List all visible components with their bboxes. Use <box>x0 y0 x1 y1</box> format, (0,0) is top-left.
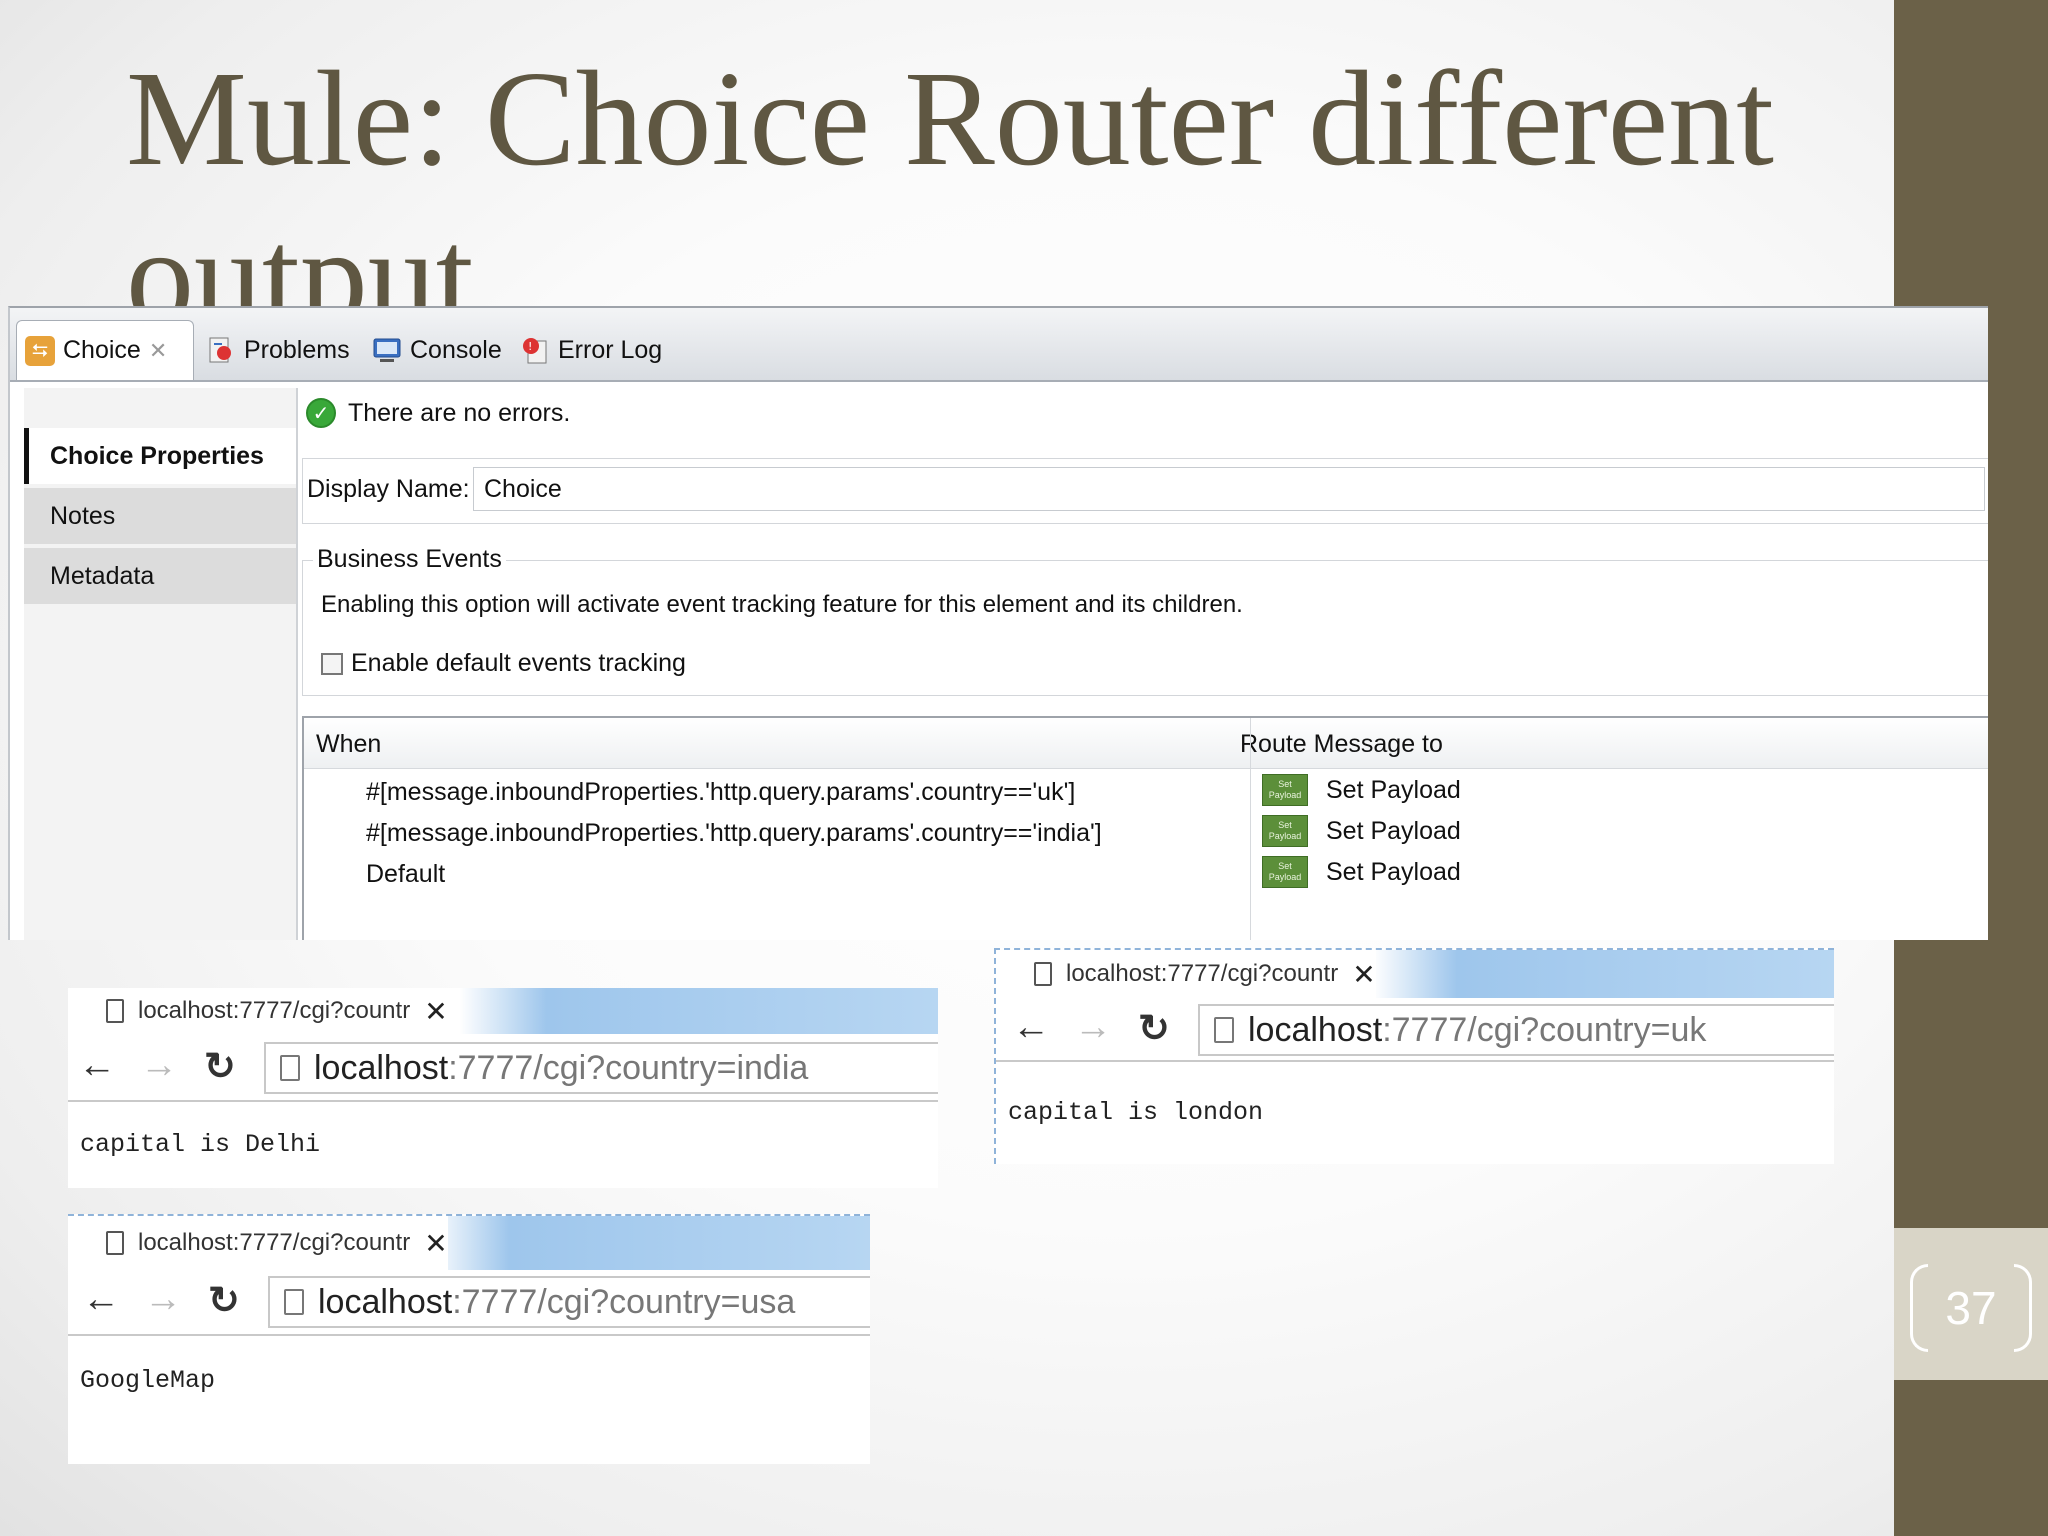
page-body-text: capital is london <box>1008 1098 1264 1127</box>
business-events-legend: Business Events <box>313 545 506 574</box>
address-bar[interactable]: localhost:7777/cgi?country=india <box>264 1042 938 1094</box>
routes-table-header: When Route Message to <box>304 718 1988 769</box>
error-log-icon: ! <box>520 335 550 365</box>
slide-title: Mule: Choice Router different output <box>126 44 1774 308</box>
browser-toolbar: ← → ↻ localhost:7777/cgi?country=usa <box>68 1270 870 1336</box>
page-icon <box>284 1289 304 1315</box>
browser-window-uk: localhost:7777/cgi?countr ✕ ← → ↻ localh… <box>994 948 1834 1164</box>
url-path: :7777/cgi?country=usa <box>452 1282 796 1321</box>
browser-tab[interactable]: localhost:7777/cgi?countr ✕ <box>88 988 448 1034</box>
back-arrow-icon[interactable]: ← <box>1012 1006 1050 1049</box>
back-arrow-icon[interactable]: ← <box>78 1044 116 1087</box>
tab-error-log[interactable]: ! Error Log <box>520 320 662 380</box>
browser-window-india: localhost:7777/cgi?countr ✕ ← → ↻ localh… <box>68 988 938 1188</box>
display-name-label: Display Name: <box>307 475 470 503</box>
page-body-text: GoogleMap <box>80 1366 216 1395</box>
tab-label: Error Log <box>558 335 663 364</box>
set-payload-icon: Set Payload <box>1262 774 1308 806</box>
enable-events-tracking[interactable]: Enable default events tracking <box>321 649 686 678</box>
forward-arrow-icon[interactable]: → <box>140 1044 178 1087</box>
tab-problems[interactable]: Problems <box>206 320 350 380</box>
business-events-description: Enabling this option will activate event… <box>321 591 1243 618</box>
address-bar[interactable]: localhost:7777/cgi?country=uk <box>1198 1004 1834 1056</box>
url-path: :7777/cgi?country=uk <box>1382 1010 1707 1049</box>
page-icon <box>280 1055 300 1081</box>
route-target[interactable]: Set Payload Set Payload <box>1262 815 1461 847</box>
route-target[interactable]: Set Payload Set Payload <box>1262 774 1461 806</box>
browser-tab[interactable]: localhost:7777/cgi?countr ✕ <box>88 1216 448 1270</box>
reload-icon[interactable]: ↻ <box>208 1278 240 1323</box>
problems-icon <box>206 335 236 365</box>
browser-tab-strip: localhost:7777/cgi?countr ✕ <box>68 988 938 1034</box>
column-divider <box>1250 718 1251 940</box>
slide-number-bracket-right <box>2014 1264 2032 1352</box>
back-arrow-icon[interactable]: ← <box>82 1278 120 1321</box>
route-target-label: Set Payload <box>1326 775 1461 804</box>
tab-console[interactable]: Console <box>372 320 502 380</box>
url-path: :7777/cgi?country=india <box>448 1048 809 1087</box>
browser-toolbar: ← → ↻ localhost:7777/cgi?country=uk <box>996 998 1834 1062</box>
tab-choice[interactable]: ⮀ Choice ✕ <box>16 320 194 380</box>
route-condition[interactable]: #[message.inboundProperties.'http.query.… <box>366 778 1075 807</box>
page-icon <box>106 1231 124 1255</box>
route-target-label: Set Payload <box>1326 857 1461 886</box>
column-header-route[interactable]: Route Message to <box>1240 730 1443 759</box>
page-icon <box>1214 1017 1234 1043</box>
status-text: There are no errors. <box>348 398 571 427</box>
validation-status: ✓ There are no errors. <box>306 398 570 428</box>
properties-nav: Choice Properties Notes Metadata <box>24 388 298 940</box>
browser-tab-title: localhost:7777/cgi?countr <box>1066 960 1339 987</box>
browser-tab-strip: localhost:7777/cgi?countr ✕ <box>996 950 1834 998</box>
mule-properties-panel: ⮀ Choice ✕ Problems Console ! Error Log … <box>8 306 1988 940</box>
address-bar[interactable]: localhost:7777/cgi?country=usa <box>268 1276 870 1328</box>
reload-icon[interactable]: ↻ <box>1138 1006 1170 1051</box>
set-payload-icon: Set Payload <box>1262 856 1308 888</box>
browser-tab[interactable]: localhost:7777/cgi?countr ✕ <box>1016 950 1376 998</box>
close-icon[interactable]: ✕ <box>149 338 167 364</box>
url-host: localhost <box>318 1282 453 1321</box>
tab-label: Choice <box>63 336 141 364</box>
tab-label: Problems <box>244 335 350 364</box>
reload-icon[interactable]: ↻ <box>204 1044 236 1089</box>
route-condition[interactable]: Default <box>366 860 445 889</box>
nav-item-metadata[interactable]: Metadata <box>24 548 296 604</box>
page-body-text: capital is Delhi <box>80 1130 321 1159</box>
page-icon <box>1034 962 1052 986</box>
display-name-group: Display Name: Choice <box>302 458 1988 524</box>
check-icon: ✓ <box>306 398 336 428</box>
nav-item-notes[interactable]: Notes <box>24 488 296 544</box>
routes-table: When Route Message to #[message.inboundP… <box>302 716 1988 940</box>
display-name-input[interactable]: Choice <box>473 467 1985 511</box>
slide-number: 37 <box>1945 1282 1997 1334</box>
business-events-group: Business Events Enabling this option wil… <box>302 545 1988 696</box>
browser-tab-title: localhost:7777/cgi?countr <box>138 997 411 1024</box>
close-tab-icon[interactable]: ✕ <box>424 995 447 1028</box>
page-icon <box>106 999 124 1023</box>
set-payload-icon: Set Payload <box>1262 815 1308 847</box>
column-header-when[interactable]: When <box>316 730 381 759</box>
close-tab-icon[interactable]: ✕ <box>1352 958 1375 991</box>
view-tab-bar: ⮀ Choice ✕ Problems Console ! Error Log <box>10 308 1988 382</box>
enable-events-label: Enable default events tracking <box>351 649 686 677</box>
browser-tab-title: localhost:7777/cgi?countr <box>138 1229 411 1256</box>
route-target-label: Set Payload <box>1326 816 1461 845</box>
browser-tab-strip: localhost:7777/cgi?countr ✕ <box>68 1216 870 1270</box>
slide-number-bracket-left <box>1910 1264 1928 1352</box>
enable-events-checkbox[interactable] <box>321 652 343 675</box>
forward-arrow-icon[interactable]: → <box>144 1278 182 1321</box>
browser-window-usa: localhost:7777/cgi?countr ✕ ← → ↻ localh… <box>68 1214 870 1464</box>
close-tab-icon[interactable]: ✕ <box>424 1227 447 1260</box>
url-host: localhost <box>314 1048 449 1087</box>
tab-label: Console <box>410 335 502 364</box>
choice-icon: ⮀ <box>25 335 55 366</box>
route-condition[interactable]: #[message.inboundProperties.'http.query.… <box>366 819 1102 848</box>
svg-text:!: ! <box>528 340 532 353</box>
console-icon <box>372 335 402 365</box>
nav-item-choice-properties[interactable]: Choice Properties <box>24 428 296 484</box>
forward-arrow-icon[interactable]: → <box>1074 1006 1112 1049</box>
browser-toolbar: ← → ↻ localhost:7777/cgi?country=india <box>68 1034 938 1102</box>
route-target[interactable]: Set Payload Set Payload <box>1262 856 1461 888</box>
url-host: localhost <box>1248 1010 1383 1049</box>
